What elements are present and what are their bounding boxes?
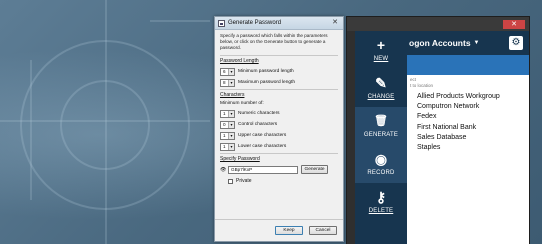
keep-button[interactable]: Keep bbox=[275, 226, 303, 235]
chevron-down-icon[interactable]: ▼ bbox=[474, 40, 480, 46]
password-row: 👁 GBp7lKxP Generate bbox=[220, 165, 338, 174]
close-icon[interactable]: ✕ bbox=[329, 19, 341, 27]
sidebar-item-label: DELETE bbox=[368, 208, 394, 214]
list-item[interactable]: Computron Network bbox=[417, 102, 529, 112]
min-length-label: Minimum password length bbox=[238, 69, 294, 74]
app-icon bbox=[218, 19, 225, 27]
accounts-title[interactable]: ogon Accounts bbox=[409, 38, 471, 48]
control-row: 0 ▾ Control characters bbox=[220, 120, 338, 129]
dialog-intro: Specify a password which falls within th… bbox=[220, 33, 328, 50]
characters-heading: Characters bbox=[220, 92, 245, 98]
account-list: Allied Products Workgroup Computron Netw… bbox=[417, 92, 529, 153]
private-checkbox[interactable] bbox=[228, 178, 233, 184]
upper-row: 1 ▾ Upper case characters bbox=[220, 131, 338, 140]
hint-text: ect t to location bbox=[410, 77, 434, 88]
private-row: Private bbox=[220, 177, 338, 185]
min-length-stepper[interactable]: 6 ▾ bbox=[220, 67, 235, 76]
sidebar-item-change[interactable]: ✎ CHANGE bbox=[355, 69, 407, 107]
plus-icon: + bbox=[376, 37, 386, 53]
app-window-titlebar: ✕ bbox=[347, 17, 529, 31]
generate-button[interactable]: Generate bbox=[301, 165, 328, 174]
lower-label: Lower case characters bbox=[238, 144, 287, 149]
sidebar-item-label: NEW bbox=[373, 56, 389, 62]
trash-icon: 🗑 bbox=[374, 115, 388, 127]
chevron-down-icon[interactable]: ▾ bbox=[228, 110, 234, 117]
generate-password-dialog: Generate Password ✕ Specify a password w… bbox=[214, 16, 344, 242]
main-panel: ogon Accounts ▼ ⚙ ect t to location Alli… bbox=[407, 31, 529, 244]
max-length-row: 8 ▾ Maximum password length bbox=[220, 78, 338, 87]
dialog-title-bar: Generate Password ✕ bbox=[215, 17, 343, 30]
upper-stepper[interactable]: 1 ▾ bbox=[220, 131, 235, 140]
sidebar-item-label: GENERATE bbox=[363, 132, 399, 138]
characters-subheading: Minimum number of: bbox=[220, 101, 264, 106]
upper-label: Upper case characters bbox=[238, 133, 287, 138]
sidebar-item-generate[interactable]: 🗑 GENERATE bbox=[355, 107, 407, 145]
main-header: ogon Accounts ▼ ⚙ bbox=[407, 31, 529, 55]
chevron-down-icon[interactable]: ▾ bbox=[228, 79, 234, 86]
close-icon[interactable]: ✕ bbox=[503, 19, 525, 29]
cancel-button[interactable]: Cancel bbox=[309, 226, 337, 235]
eye-icon[interactable]: 👁 bbox=[220, 167, 228, 173]
password-field[interactable]: GBp7lKxP bbox=[228, 165, 298, 174]
lower-stepper[interactable]: 1 ▾ bbox=[220, 142, 235, 151]
specify-heading: Specify Password bbox=[220, 156, 260, 162]
sidebar-item-label: CHANGE bbox=[367, 94, 395, 100]
list-item[interactable]: Staples bbox=[417, 143, 529, 153]
numeric-row: 1 ▾ Numeric characters bbox=[220, 109, 338, 118]
numeric-stepper[interactable]: 1 ▾ bbox=[220, 109, 235, 118]
chevron-down-icon[interactable]: ▾ bbox=[228, 132, 234, 139]
control-label: Control characters bbox=[238, 122, 278, 127]
accent-band bbox=[407, 55, 529, 75]
record-icon: ◉ bbox=[374, 151, 388, 167]
chevron-down-icon[interactable]: ▾ bbox=[228, 68, 234, 75]
dialog-footer: Keep Cancel bbox=[215, 219, 343, 241]
sidebar: + NEW ✎ CHANGE 🗑 GENERATE ◉ RECORD ⚷ DEL… bbox=[355, 31, 407, 244]
sidebar-item-record[interactable]: ◉ RECORD bbox=[355, 145, 407, 183]
pencil-icon: ✎ bbox=[375, 75, 387, 91]
dialog-title: Generate Password bbox=[228, 20, 282, 26]
sidebar-item-label: RECORD bbox=[367, 170, 395, 176]
app-window: ✕ + NEW ✎ CHANGE 🗑 GENERATE ◉ RECORD ⚷ D… bbox=[346, 16, 530, 244]
key-icon: ⚷ bbox=[375, 189, 387, 205]
list-item[interactable]: Allied Products Workgroup bbox=[417, 92, 529, 102]
sidebar-item-delete[interactable]: ⚷ DELETE bbox=[355, 183, 407, 221]
list-item[interactable]: First National Bank bbox=[417, 123, 529, 133]
max-length-label: Maximum password length bbox=[238, 80, 296, 85]
private-label: Private bbox=[236, 178, 252, 184]
list-item[interactable]: Fedex bbox=[417, 112, 529, 122]
gear-icon[interactable]: ⚙ bbox=[509, 36, 523, 50]
chevron-down-icon[interactable]: ▾ bbox=[228, 121, 234, 128]
characters-section: Characters Minimum number of: 1 ▾ Numeri… bbox=[220, 89, 338, 151]
numeric-label: Numeric characters bbox=[238, 111, 280, 116]
control-stepper[interactable]: 0 ▾ bbox=[220, 120, 235, 129]
max-length-stepper[interactable]: 8 ▾ bbox=[220, 78, 235, 87]
min-length-row: 6 ▾ Minimum password length bbox=[220, 67, 338, 76]
list-item[interactable]: Sales Database bbox=[417, 133, 529, 143]
chevron-down-icon[interactable]: ▾ bbox=[228, 143, 234, 150]
sidebar-item-new[interactable]: + NEW bbox=[355, 31, 407, 69]
length-section: Password Length 6 ▾ Minimum password len… bbox=[220, 55, 338, 87]
length-heading: Password Length bbox=[220, 58, 259, 64]
specify-section: Specify Password 👁 GBp7lKxP Generate Pri… bbox=[220, 153, 338, 185]
lower-row: 1 ▾ Lower case characters bbox=[220, 142, 338, 151]
